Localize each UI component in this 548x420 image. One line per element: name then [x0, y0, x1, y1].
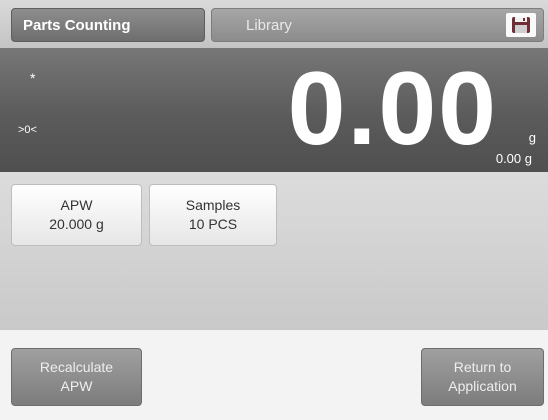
return-to-application-line2: Application — [448, 378, 517, 394]
floppy-disk-icon — [512, 17, 530, 33]
tab-library[interactable]: Library — [211, 8, 544, 42]
return-to-application-button[interactable]: Return to Application — [421, 348, 544, 406]
secondary-weight: 0.00 g — [495, 151, 532, 166]
zero-indicator: >0< — [18, 124, 37, 136]
samples-label: Samples — [185, 197, 241, 213]
weight-unit: g — [528, 130, 536, 145]
weight-display: * >0< 0.00 g 0.00 g — [0, 48, 548, 172]
apw-label: APW — [60, 197, 93, 213]
weight-value: 0.00 — [287, 51, 498, 167]
stability-indicator: * — [30, 70, 36, 86]
recalculate-apw-line2: APW — [60, 378, 93, 394]
return-to-application-line1: Return to — [453, 359, 512, 375]
top-bar: Parts Counting Library — [0, 0, 548, 48]
recalculate-apw-line1: Recalculate — [39, 359, 114, 375]
bottom-bar: Recalculate APW Return to Application — [0, 330, 548, 420]
recalculate-apw-button[interactable]: Recalculate APW — [11, 348, 142, 406]
tab-library-label: Library — [246, 16, 292, 34]
samples-value: 10 PCS — [188, 216, 238, 232]
tab-parts-counting-label: Parts Counting — [23, 16, 131, 34]
apw-button[interactable]: APW 20.000 g — [11, 184, 142, 246]
apw-value: 20.000 g — [49, 216, 104, 232]
parameter-area: APW 20.000 g Samples 10 PCS — [0, 172, 548, 330]
tab-parts-counting[interactable]: Parts Counting — [11, 8, 205, 42]
samples-button[interactable]: Samples 10 PCS — [149, 184, 277, 246]
save-button[interactable] — [506, 13, 536, 37]
